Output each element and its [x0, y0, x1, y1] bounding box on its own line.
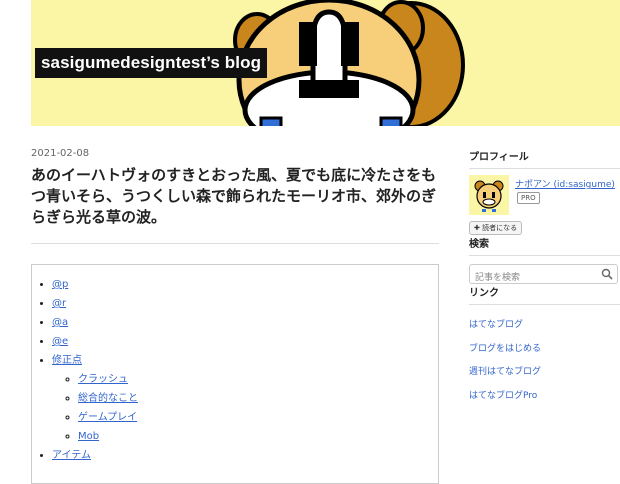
entry-main: 2021-02-08 あのイーハトヴォのすきとおった風、夏でも底に冷たさをもつ青… — [31, 148, 439, 484]
profile-module: ナポアン (id:sasigume) PRO — [469, 175, 620, 215]
links-heading: リンク — [469, 284, 620, 305]
search-icon[interactable] — [601, 268, 613, 280]
toc-link-r[interactable]: @r — [52, 298, 66, 309]
toc-item: アイテム — [52, 446, 438, 465]
toc-item: @p — [52, 275, 438, 294]
link-hatena-blog[interactable]: はてなブログ — [469, 320, 523, 330]
link-list: はてなブログ ブログをはじめる 週刊はてなブログ はてなブログPro — [469, 314, 620, 408]
toc-list: @p @r @a @e 修正点 クラッシュ 総合的なこと ゲームプレイ Mob … — [32, 275, 438, 465]
entry-title[interactable]: あのイーハトヴォのすきとおった風、夏でも底に冷たさをもつ青いそら、うつくしい森で… — [31, 165, 439, 228]
search-input[interactable] — [470, 269, 595, 287]
pro-badge: PRO — [517, 192, 540, 204]
list-item: 週刊はてなブログ — [469, 361, 620, 385]
toc-subitem: クラッシュ — [78, 370, 438, 389]
profile-name-link[interactable]: ナポアン (id:sasigume) — [515, 177, 615, 190]
link-start-blog[interactable]: ブログをはじめる — [469, 344, 541, 354]
toc-link-general[interactable]: 総合的なこと — [78, 393, 138, 404]
search-form — [469, 264, 618, 287]
link-weekly-hatena[interactable]: 週刊はてなブログ — [469, 367, 541, 377]
toc-link-items[interactable]: アイテム — [52, 450, 91, 461]
divider — [31, 243, 439, 244]
toc-subitem: Mob — [78, 427, 438, 446]
search-heading: 検索 — [469, 235, 620, 256]
list-item: ブログをはじめる — [469, 338, 620, 362]
link-hatena-blog-pro[interactable]: はてなブログPro — [469, 391, 537, 401]
blog-header: sasigumedesigntest’s blog — [0, 0, 620, 126]
toc-item: 修正点 クラッシュ 総合的なこと ゲームプレイ Mob — [52, 351, 438, 446]
plus-icon: ✚ — [474, 224, 483, 232]
toc-link-gameplay[interactable]: ゲームプレイ — [78, 412, 137, 423]
toc-link-a[interactable]: @a — [52, 317, 68, 328]
toc-item: @e — [52, 332, 438, 351]
profile-heading: プロフィール — [469, 148, 620, 169]
list-item: はてなブログ — [469, 314, 620, 338]
toc-sublist: クラッシュ 総合的なこと ゲームプレイ Mob — [52, 370, 438, 446]
toc-link-crash[interactable]: クラッシュ — [78, 374, 128, 385]
toc-link-mob[interactable]: Mob — [78, 431, 99, 442]
toc-link-p[interactable]: @p — [52, 279, 68, 290]
toc-item: @a — [52, 313, 438, 332]
table-of-contents: @p @r @a @e 修正点 クラッシュ 総合的なこと ゲームプレイ Mob … — [31, 264, 439, 484]
entry-date[interactable]: 2021-02-08 — [31, 148, 439, 159]
sidebar: プロフィール ナポアン (id:sasigume) PRO ✚ 読者になる 検索… — [469, 148, 620, 408]
toc-subitem: 総合的なこと — [78, 389, 438, 408]
avatar[interactable] — [469, 175, 509, 215]
blog-title-link[interactable]: sasigumedesigntest’s blog — [35, 48, 268, 78]
follow-button-label: 読者になる — [482, 224, 518, 232]
toc-subitem: ゲームプレイ — [78, 408, 438, 427]
list-item: はてなブログPro — [469, 385, 620, 409]
toc-item: @r — [52, 294, 438, 313]
toc-link-fixes[interactable]: 修正点 — [52, 355, 82, 366]
toc-link-e[interactable]: @e — [52, 336, 68, 347]
follow-button[interactable]: ✚ 読者になる — [469, 221, 523, 235]
